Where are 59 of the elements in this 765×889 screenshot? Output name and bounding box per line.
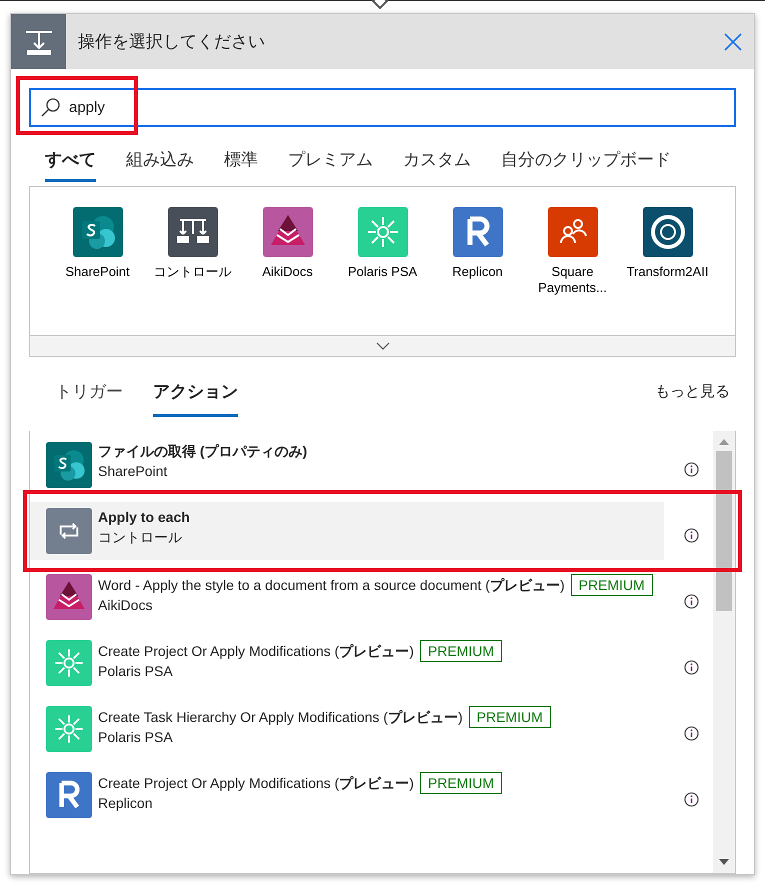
info-button[interactable]	[684, 462, 699, 477]
action-title: Word - Apply the style to a document from a source document (プレビュー)	[98, 577, 565, 593]
info-button[interactable]	[684, 792, 699, 807]
info-button[interactable]	[684, 726, 699, 741]
info-button[interactable]	[684, 528, 699, 543]
connector-tile[interactable]: SharePoint	[50, 206, 145, 334]
search-field[interactable]: apply	[29, 88, 736, 127]
category-tab[interactable]: 自分のクリップボード	[501, 147, 671, 182]
scroll-down-icon	[719, 859, 729, 865]
close-icon	[724, 32, 742, 50]
action-type-tab[interactable]: アクション	[153, 378, 238, 417]
action-item[interactable]: Create Task Hierarchy Or Apply Modifications (プレビュー) PREMIUM Polaris PSA	[46, 706, 664, 752]
connector-tile[interactable]: Transform2AII	[620, 206, 715, 334]
connector-tile[interactable]: Polaris PSA	[335, 206, 430, 334]
action-title: Create Task Hierarchy Or Apply Modifications (プレビュー)	[98, 709, 463, 725]
dialog-title: 操作を選択してください	[78, 30, 266, 53]
scroll-up-icon	[719, 439, 729, 445]
category-tab[interactable]: 標準	[224, 147, 258, 182]
action-item[interactable]: Create Project Or Apply Modifications (プレビュー) PREMIUM Polaris PSA	[46, 640, 664, 686]
search-icon	[41, 98, 60, 117]
connector-name: SharePoint	[98, 462, 168, 480]
action-type-tab[interactable]: トリガー	[55, 378, 123, 417]
chevron-down-icon	[376, 342, 390, 350]
connector-name: コントロール	[98, 528, 183, 546]
action-item[interactable]: ファイルの取得 (プロパティのみ) SharePoint	[46, 442, 664, 488]
category-tab[interactable]: カスタム	[403, 147, 471, 182]
connector-tile[interactable]: Replicon	[430, 206, 525, 334]
category-tab[interactable]: 組み込み	[126, 147, 194, 182]
premium-badge: PREMIUM	[570, 574, 653, 596]
info-icon	[684, 528, 699, 543]
connector-tile[interactable]: AikiDocs	[240, 206, 335, 334]
premium-badge: PREMIUM	[468, 706, 551, 728]
scrollbar[interactable]	[713, 431, 735, 873]
action-title: Apply to each	[98, 509, 190, 525]
connector-name: Polaris PSA	[98, 662, 174, 682]
info-icon	[684, 726, 699, 741]
category-tab[interactable]: プレミアム	[288, 147, 373, 182]
info-button[interactable]	[684, 594, 699, 609]
premium-badge: PREMIUM	[420, 640, 502, 662]
action-item[interactable]: Word - Apply the style to a document from a source document (プレビュー) PREMIUM AikiDocs	[46, 574, 664, 620]
category-tab[interactable]: すべて	[45, 147, 96, 182]
info-icon	[684, 462, 699, 477]
action-title: Create Project Or Apply Modifications (プレビュー)	[98, 643, 414, 659]
connector-name: Replicon	[98, 794, 154, 814]
connector-tile[interactable]: Square Payments...	[525, 206, 620, 334]
action-item[interactable]: Create Project Or Apply Modifications (プレビュー) PREMIUM Replicon	[46, 772, 664, 818]
action-title: Create Project Or Apply Modifications (プレビュー)	[98, 775, 414, 791]
info-button[interactable]	[684, 660, 699, 675]
connector-name: AikiDocs	[98, 596, 154, 616]
action-title: ファイルの取得 (プロパティのみ)	[98, 443, 308, 459]
premium-badge: PREMIUM	[420, 772, 502, 794]
info-icon	[684, 792, 699, 807]
connector-name: Polaris PSA	[98, 728, 174, 748]
info-icon	[684, 594, 699, 609]
info-icon	[684, 660, 699, 675]
action-item[interactable]: Apply to each コントロール	[30, 502, 664, 560]
scrollbar-thumb[interactable]	[716, 451, 732, 611]
connector-tile[interactable]: コントロール	[145, 206, 240, 334]
see-more-link[interactable]: もっと見る	[655, 380, 730, 417]
